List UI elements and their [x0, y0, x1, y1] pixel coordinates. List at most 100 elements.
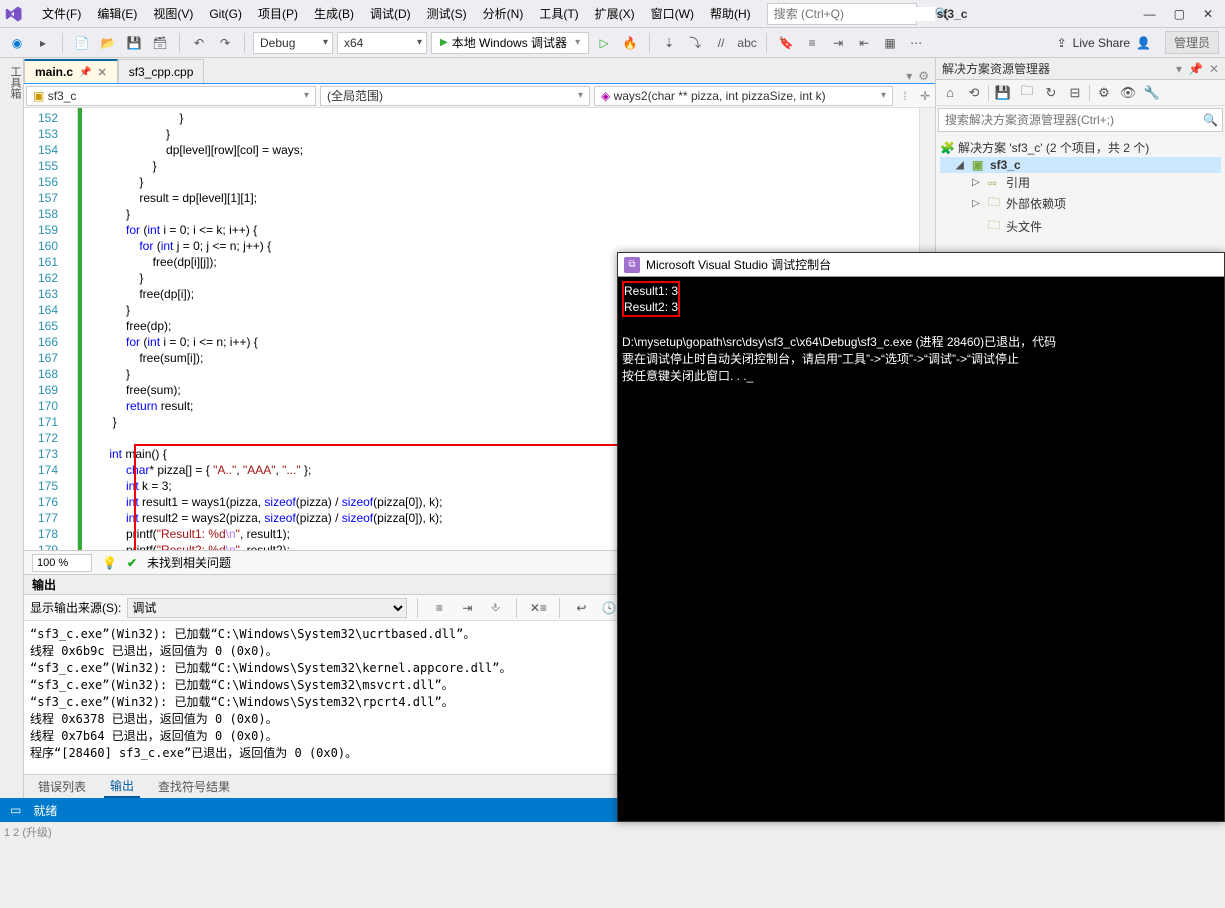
open-button[interactable]: 📂	[97, 32, 119, 54]
run-debugger-button[interactable]: ▶本地 Windows 调试器▾	[431, 32, 589, 54]
output-wrap-button[interactable]: ↩	[570, 597, 592, 619]
tree-headers[interactable]: 🗀头文件	[940, 215, 1221, 238]
nav-func-select[interactable]: ◈ ways2(char ** pizza, int pizzaSize, in…	[594, 86, 893, 106]
save-all-button[interactable]: 🗃	[149, 32, 171, 54]
menu-test[interactable]: 测试(S)	[419, 1, 475, 26]
sol-props-icon[interactable]: ⚙	[1094, 83, 1114, 103]
nav-split-icon[interactable]: ⁞	[895, 89, 915, 103]
menu-file[interactable]: 文件(F)	[34, 1, 89, 26]
sol-collapse-icon[interactable]: ⊟	[1065, 83, 1085, 103]
sol-preview-icon[interactable]: 👁	[1118, 83, 1138, 103]
nav-back-button[interactable]: ◉	[6, 32, 28, 54]
live-share-label[interactable]: Live Share	[1073, 36, 1130, 50]
console-result-highlight: Result1: 3 Result2: 3	[622, 281, 680, 317]
save-button[interactable]: 💾	[123, 32, 145, 54]
status-ready: 就绪	[33, 802, 57, 819]
tree-refs[interactable]: ▷▫▫引用	[940, 173, 1221, 192]
tab-dropdown-icon[interactable]: ▾	[906, 69, 912, 83]
sol-save-icon[interactable]: 💾	[993, 83, 1013, 103]
tree-external[interactable]: ▷🗀外部依赖项	[940, 192, 1221, 215]
sol-refresh-icon[interactable]: ↻	[1041, 83, 1061, 103]
footer-hint: 1 2 (升级)	[0, 822, 1225, 842]
tab-sf3cpp[interactable]: sf3_cpp.cpp	[118, 59, 205, 83]
bottom-tab-find[interactable]: 查找符号结果	[152, 776, 236, 797]
bottom-tab-errors[interactable]: 错误列表	[32, 776, 92, 797]
redo-button[interactable]: ↷	[214, 32, 236, 54]
ok-icon: ✔	[127, 556, 137, 570]
debug-console-window[interactable]: ⧉ Microsoft Visual Studio 调试控制台 Result1:…	[617, 252, 1225, 822]
close-button[interactable]: ✕	[1203, 7, 1213, 21]
nav-context-select[interactable]: (全局范围)	[320, 86, 590, 106]
bottom-tab-output[interactable]: 输出	[104, 775, 140, 798]
nav-scope-select[interactable]: ▣ sf3_c	[26, 86, 316, 106]
format-icon[interactable]: ≡	[801, 32, 823, 54]
menu-window[interactable]: 窗口(W)	[643, 1, 702, 26]
search-box[interactable]: 🔍	[767, 3, 917, 25]
tab-gear-icon[interactable]: ⚙	[918, 69, 929, 83]
console-body[interactable]: Result1: 3 Result2: 3 D:\mysetup\gopath\…	[618, 277, 1224, 389]
output-btn2[interactable]: ⇥	[456, 597, 478, 619]
step-over-icon[interactable]: ⤵	[684, 32, 706, 54]
new-file-button[interactable]: 📄	[71, 32, 93, 54]
hot-reload-icon[interactable]: 🔥	[619, 32, 641, 54]
nav-fwd-button[interactable]: ▸	[32, 32, 54, 54]
output-title: 输出	[32, 576, 56, 593]
minimize-button[interactable]: —	[1144, 7, 1156, 21]
menu-analyze[interactable]: 分析(N)	[475, 1, 532, 26]
platform-select[interactable]: x64	[337, 32, 427, 54]
sol-search-input[interactable]	[939, 113, 1199, 127]
sol-search[interactable]: 🔍	[938, 108, 1223, 132]
sol-showall-icon[interactable]: 🗀	[1017, 83, 1037, 103]
uncomment-icon[interactable]: abc	[736, 32, 758, 54]
comment-icon[interactable]: //	[710, 32, 732, 54]
left-toolbox-gutter[interactable]: 工具箱	[0, 58, 24, 798]
menu-build[interactable]: 生成(B)	[306, 1, 362, 26]
output-clear-button[interactable]: ✕≡	[527, 597, 549, 619]
console-app-icon: ⧉	[624, 257, 640, 273]
menu-extensions[interactable]: 扩展(X)	[587, 1, 643, 26]
menu-edit[interactable]: 编辑(E)	[89, 1, 145, 26]
sol-dropdown-icon[interactable]: ▾	[1176, 62, 1182, 76]
indent-icon[interactable]: ⇥	[827, 32, 849, 54]
sol-wrench-icon[interactable]: 🔧	[1142, 83, 1162, 103]
sol-close-icon[interactable]: ✕	[1209, 62, 1219, 76]
output-btn1[interactable]: ≡	[428, 597, 450, 619]
menu-tools[interactable]: 工具(T)	[531, 1, 586, 26]
sol-home-icon[interactable]: ⌂	[940, 83, 960, 103]
no-issues-label: 未找到相关问题	[147, 554, 231, 571]
lightbulb-icon[interactable]: 💡	[102, 556, 117, 570]
step-into-icon[interactable]: ⇣	[658, 32, 680, 54]
undo-button[interactable]: ↶	[188, 32, 210, 54]
account-icon[interactable]: 👤	[1136, 36, 1151, 50]
run-noattach-button[interactable]: ▷	[593, 32, 615, 54]
config-select[interactable]: Debug	[253, 32, 333, 54]
live-share-icon[interactable]: ⇪	[1057, 36, 1067, 50]
menu-help[interactable]: 帮助(H)	[702, 1, 759, 26]
sol-sync-icon[interactable]: ⟲	[964, 83, 984, 103]
toggle-icon[interactable]: ▦	[879, 32, 901, 54]
output-source-select[interactable]: 调试	[127, 598, 407, 618]
console-titlebar[interactable]: ⧉ Microsoft Visual Studio 调试控制台	[618, 253, 1224, 277]
menu-project[interactable]: 项目(P)	[250, 1, 306, 26]
zoom-select[interactable]: 100 %	[32, 554, 92, 572]
status-ready-icon: ▭	[10, 803, 21, 817]
tab-label: main.c	[35, 65, 73, 79]
maximize-button[interactable]: ▢	[1174, 7, 1185, 21]
nav-expand-icon[interactable]: ✛	[915, 89, 935, 103]
tree-root[interactable]: 🧩解决方案 'sf3_c' (2 个项目，共 2 个)	[940, 138, 1221, 157]
vs-logo-icon	[4, 4, 24, 24]
tab-main-c[interactable]: main.c 📌 ✕	[24, 59, 118, 83]
outdent-icon[interactable]: ⇤	[853, 32, 875, 54]
tree-project[interactable]: ◢▣sf3_c	[940, 157, 1221, 173]
close-tab-icon[interactable]: ✕	[97, 66, 106, 79]
sol-pin-icon[interactable]: 📌	[1188, 62, 1203, 76]
menu-view[interactable]: 视图(V)	[145, 1, 201, 26]
menu-git[interactable]: Git(G)	[201, 3, 250, 25]
menu-debug[interactable]: 调试(D)	[362, 1, 419, 26]
more-icon[interactable]: ⋯	[905, 32, 927, 54]
search-input[interactable]	[768, 7, 935, 21]
pin-icon[interactable]: 📌	[79, 67, 91, 78]
output-btn3[interactable]: ⎀	[484, 597, 506, 619]
bookmark-icon[interactable]: 🔖	[775, 32, 797, 54]
fold-gutter[interactable]	[64, 108, 78, 550]
